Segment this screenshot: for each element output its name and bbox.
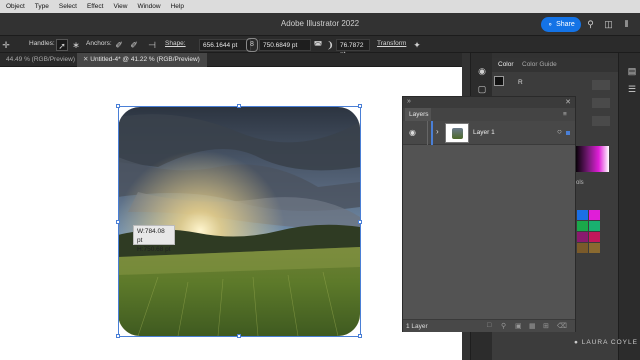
watermark-logo-icon: ● xyxy=(574,339,579,346)
swatch-7[interactable] xyxy=(577,243,588,253)
channel-r-label: R xyxy=(518,79,523,86)
anchors-label: Anchors: xyxy=(86,40,112,47)
new-sublayer-icon[interactable]: ▦ xyxy=(529,322,536,330)
swatch-1[interactable] xyxy=(577,210,588,220)
selection-bounding-box xyxy=(118,106,361,337)
resize-handle-bottom[interactable] xyxy=(237,334,241,338)
arrange-icon[interactable]: ◫ xyxy=(603,19,614,30)
fill-swatch[interactable] xyxy=(494,76,504,86)
document-tabs: 44.49 % (RGB/Preview) ✕ Untitled-4* @ 41… xyxy=(0,53,470,67)
shape-label[interactable]: Shape: xyxy=(165,40,186,47)
corner-radius-field[interactable]: 76.7872 pt xyxy=(336,39,370,58)
shape-height-field[interactable]: 750.6849 pt xyxy=(259,39,311,51)
new-layer-icon[interactable]: ⊞ xyxy=(543,322,549,330)
clipping-mask-icon[interactable]: ▣ xyxy=(515,322,522,330)
layer-color-bar xyxy=(431,121,433,145)
swatch-5[interactable] xyxy=(577,232,588,242)
resize-handle-right[interactable] xyxy=(358,220,362,224)
control-bar: ✛ Handles: ➚ ∗ Anchors: ✐ ✐ ⊣ Shape: 656… xyxy=(0,35,640,58)
handles-smooth-icon[interactable]: ∗ xyxy=(70,39,82,51)
color-panel-tabs: Color Color Guide xyxy=(492,58,618,72)
color-spectrum[interactable] xyxy=(575,146,609,172)
locate-object-icon[interactable]: ⚲ xyxy=(501,322,506,330)
visibility-eye-icon[interactable]: ◉ xyxy=(409,128,416,137)
tab-document-2-label: Untitled-4* @ 41.22 % (RGB/Preview) xyxy=(90,56,200,63)
divider xyxy=(427,121,428,145)
dimension-tooltip: W:784.08 pt H:750.68 pt xyxy=(133,225,175,253)
corner-radius-icon[interactable]: ❩ xyxy=(324,39,336,51)
tab-color-guide[interactable]: Color Guide xyxy=(522,61,557,68)
handles-label: Handles: xyxy=(29,40,55,47)
transform-icon[interactable]: ✦ xyxy=(411,39,423,51)
tab-layers[interactable]: Layers xyxy=(405,108,431,121)
search-icon[interactable]: ⚲ xyxy=(585,19,596,30)
share-button[interactable]: ⚬ Share xyxy=(541,17,581,32)
collect-export-icon[interactable]: □ xyxy=(487,322,491,329)
layer-row[interactable]: ◉ › Layer 1 ○ xyxy=(403,121,575,145)
menu-type[interactable]: Type xyxy=(35,3,49,10)
layers-panel: » ✕ Layers ≡ ◉ › Layer 1 ○ 1 Layer □ ⚲ ▣… xyxy=(402,96,576,332)
corner-type-icon[interactable]: ◚ xyxy=(312,39,324,51)
tools-label: ols xyxy=(576,180,584,186)
resize-handle-top[interactable] xyxy=(237,104,241,108)
layers-footer: 1 Layer □ ⚲ ▣ ▦ ⊞ ⌫ xyxy=(403,319,575,332)
properties-icon[interactable]: ☰ xyxy=(625,83,639,95)
layer-count: 1 Layer xyxy=(406,323,428,330)
swatch-2[interactable] xyxy=(589,210,600,220)
share-icon: ⚬ xyxy=(547,21,554,29)
shape-width-field[interactable]: 656.1644 pt xyxy=(199,39,251,51)
swatch-grid xyxy=(577,210,601,254)
tooltip-width: W:784.08 pt xyxy=(137,228,165,244)
watermark-text: LAURA COYLE xyxy=(581,339,638,346)
convert-icon[interactable]: ✛ xyxy=(0,39,12,51)
menu-select[interactable]: Select xyxy=(59,3,77,10)
adjust-icon[interactable]: ⫴ xyxy=(621,19,632,30)
layers-panel-header[interactable]: » ✕ xyxy=(403,97,575,108)
anchor-connect-icon[interactable]: ✐ xyxy=(128,39,140,51)
swatch-6[interactable] xyxy=(589,232,600,242)
selected-art-indicator xyxy=(566,131,570,135)
resize-handle-top-right[interactable] xyxy=(358,104,362,108)
resize-handle-bottom-right[interactable] xyxy=(358,334,362,338)
delete-layer-icon[interactable]: ⌫ xyxy=(557,322,567,330)
swatch-4[interactable] xyxy=(589,221,600,231)
g-value-field[interactable] xyxy=(592,98,610,108)
b-value-field[interactable] xyxy=(592,116,610,126)
share-label: Share xyxy=(556,21,575,28)
panel-close-icon[interactable]: ✕ xyxy=(565,98,571,106)
swatch-8[interactable] xyxy=(589,243,600,253)
menu-bar: Object Type Select Effect View Window He… xyxy=(0,0,640,13)
transform-link[interactable]: Transform xyxy=(377,40,406,47)
layer-thumbnail xyxy=(445,123,469,143)
tab-color[interactable]: Color xyxy=(498,61,514,68)
menu-object[interactable]: Object xyxy=(6,3,25,10)
layers-tab-row: Layers ≡ xyxy=(403,108,575,121)
image-trace-icon[interactable]: ▢ xyxy=(475,83,489,95)
tab-document-1[interactable]: 44.49 % (RGB/Preview) xyxy=(0,53,76,67)
panel-side-strip: ▤ ☰ xyxy=(618,53,640,360)
handles-corner-icon[interactable]: ➚ xyxy=(56,39,68,51)
appearance-icon[interactable]: ◉ xyxy=(475,65,489,77)
tab-document-2[interactable]: ✕ Untitled-4* @ 41.22 % (RGB/Preview) xyxy=(77,53,207,67)
link-icon[interactable]: 8 xyxy=(246,38,258,52)
menu-effect[interactable]: Effect xyxy=(87,3,104,10)
watermark: ● LAURA COYLE xyxy=(574,339,638,346)
panel-menu-icon[interactable]: ≡ xyxy=(563,108,575,121)
anchor-cut-icon[interactable]: ⊣ xyxy=(146,39,158,51)
r-value-field[interactable] xyxy=(592,80,610,90)
menu-view[interactable]: View xyxy=(113,3,127,10)
layer-name[interactable]: Layer 1 xyxy=(473,129,495,136)
tooltip-height: H:750.68 pt xyxy=(137,246,171,253)
menu-window[interactable]: Window xyxy=(137,3,160,10)
anchor-remove-icon[interactable]: ✐ xyxy=(113,39,125,51)
swatch-3[interactable] xyxy=(577,221,588,231)
resize-handle-bottom-left[interactable] xyxy=(116,334,120,338)
panel-collapse-icon[interactable]: » xyxy=(407,98,411,105)
libraries-icon[interactable]: ▤ xyxy=(625,65,639,77)
resize-handle-left[interactable] xyxy=(116,220,120,224)
expand-chevron-icon[interactable]: › xyxy=(436,127,439,136)
menu-help[interactable]: Help xyxy=(171,3,184,10)
resize-handle-top-left[interactable] xyxy=(116,104,120,108)
target-icon[interactable]: ○ xyxy=(557,127,562,136)
